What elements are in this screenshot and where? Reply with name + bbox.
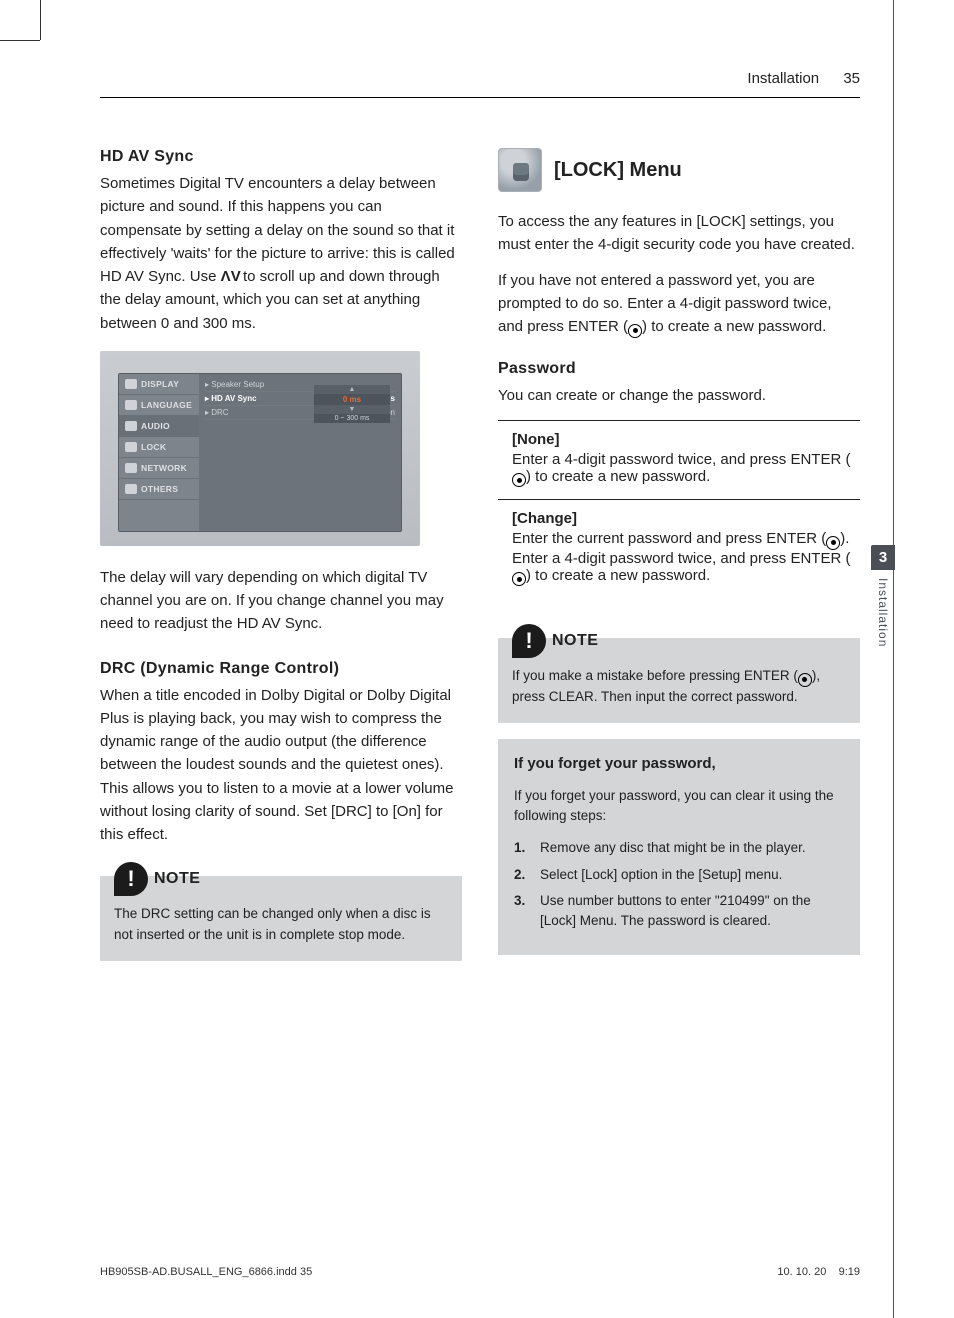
note-text: The DRC setting can be changed only when… xyxy=(114,904,448,945)
up-down-icon: Λ V xyxy=(221,268,239,285)
footer-file: HB905SB-AD.BUSALL_ENG_6866.indd 35 xyxy=(100,1266,312,1278)
right-column: [LOCK] Menu To access the any features i… xyxy=(498,148,860,977)
page-number: 35 xyxy=(843,70,860,87)
forget-step: Remove any disc that might be in the pla… xyxy=(514,838,844,858)
page-header: Installation 35 xyxy=(100,70,860,98)
forget-step: Select [Lock] option in the [Setup] menu… xyxy=(514,865,844,885)
menu-language: LANGUAGE xyxy=(119,395,199,416)
side-tab-num: 3 xyxy=(871,545,895,570)
forget-password-box: If you forget your password, If you forg… xyxy=(498,739,860,956)
forget-steps: Remove any disc that might be in the pla… xyxy=(514,838,844,931)
lock-paragraph-2: If you have not entered a password yet, … xyxy=(498,269,860,339)
enter-icon xyxy=(512,473,526,487)
screenshot-popup: ▲ 0 ms ▼ 0 ~ 300 ms xyxy=(314,385,390,423)
page-content: Installation 35 HD AV Sync Sometimes Dig… xyxy=(100,70,860,977)
side-tab-label: Installation xyxy=(876,570,890,647)
hdav-paragraph-2: The delay will vary depending on which d… xyxy=(100,566,462,636)
menu-lock: LOCK xyxy=(119,437,199,458)
lock-title: [LOCK] Menu xyxy=(554,159,682,182)
lock-icon xyxy=(498,148,542,192)
enter-icon xyxy=(826,536,840,550)
password-note: ! NOTE If you make a mistake before pres… xyxy=(498,638,860,723)
page-footer: HB905SB-AD.BUSALL_ENG_6866.indd 35 10. 1… xyxy=(100,1266,860,1278)
footer-date: 10. 10. 20 xyxy=(777,1266,826,1278)
menu-audio: AUDIO xyxy=(119,416,199,437)
header-section: Installation xyxy=(747,70,819,87)
hdav-paragraph-1: Sometimes Digital TV encounters a delay … xyxy=(100,172,462,335)
password-intro: You can create or change the password. xyxy=(498,384,860,407)
note-label: NOTE xyxy=(552,632,598,650)
lock-paragraph-1: To access the any features in [LOCK] set… xyxy=(498,210,860,257)
drc-title: DRC (Dynamic Range Control) xyxy=(100,660,462,678)
drc-paragraph: When a title encoded in Dolby Digital or… xyxy=(100,684,462,847)
password-none: [None] Enter a 4-digit password twice, a… xyxy=(498,420,860,500)
note-text: If you make a mistake before pressing EN… xyxy=(512,666,846,707)
password-title: Password xyxy=(498,360,860,378)
footer-time: 9:19 xyxy=(839,1266,860,1278)
forget-step: Use number buttons to enter "210499" on … xyxy=(514,891,844,932)
lock-heading: [LOCK] Menu xyxy=(498,148,860,192)
enter-icon xyxy=(512,572,526,586)
enter-icon xyxy=(628,324,642,338)
password-change: [Change] Enter the current password and … xyxy=(498,499,860,598)
note-label: NOTE xyxy=(154,870,200,888)
menu-display: DISPLAY xyxy=(119,374,199,395)
left-column: HD AV Sync Sometimes Digital TV encounte… xyxy=(100,148,462,977)
hdav-title: HD AV Sync xyxy=(100,148,462,166)
enter-icon xyxy=(798,673,812,687)
screenshot-menu: DISPLAY LANGUAGE AUDIO LOCK NETWORK OTHE… xyxy=(119,374,199,531)
note-icon: ! xyxy=(114,862,148,896)
forget-title: If you forget your password, xyxy=(514,755,844,772)
forget-intro: If you forget your password, you can cle… xyxy=(514,786,844,827)
menu-others: OTHERS xyxy=(119,479,199,500)
note-icon: ! xyxy=(512,624,546,658)
hdav-screenshot: DISPLAY LANGUAGE AUDIO LOCK NETWORK OTHE… xyxy=(100,351,420,546)
side-tab: 3 Installation xyxy=(871,545,895,675)
menu-network: NETWORK xyxy=(119,458,199,479)
drc-note: ! NOTE The DRC setting can be changed on… xyxy=(100,876,462,961)
